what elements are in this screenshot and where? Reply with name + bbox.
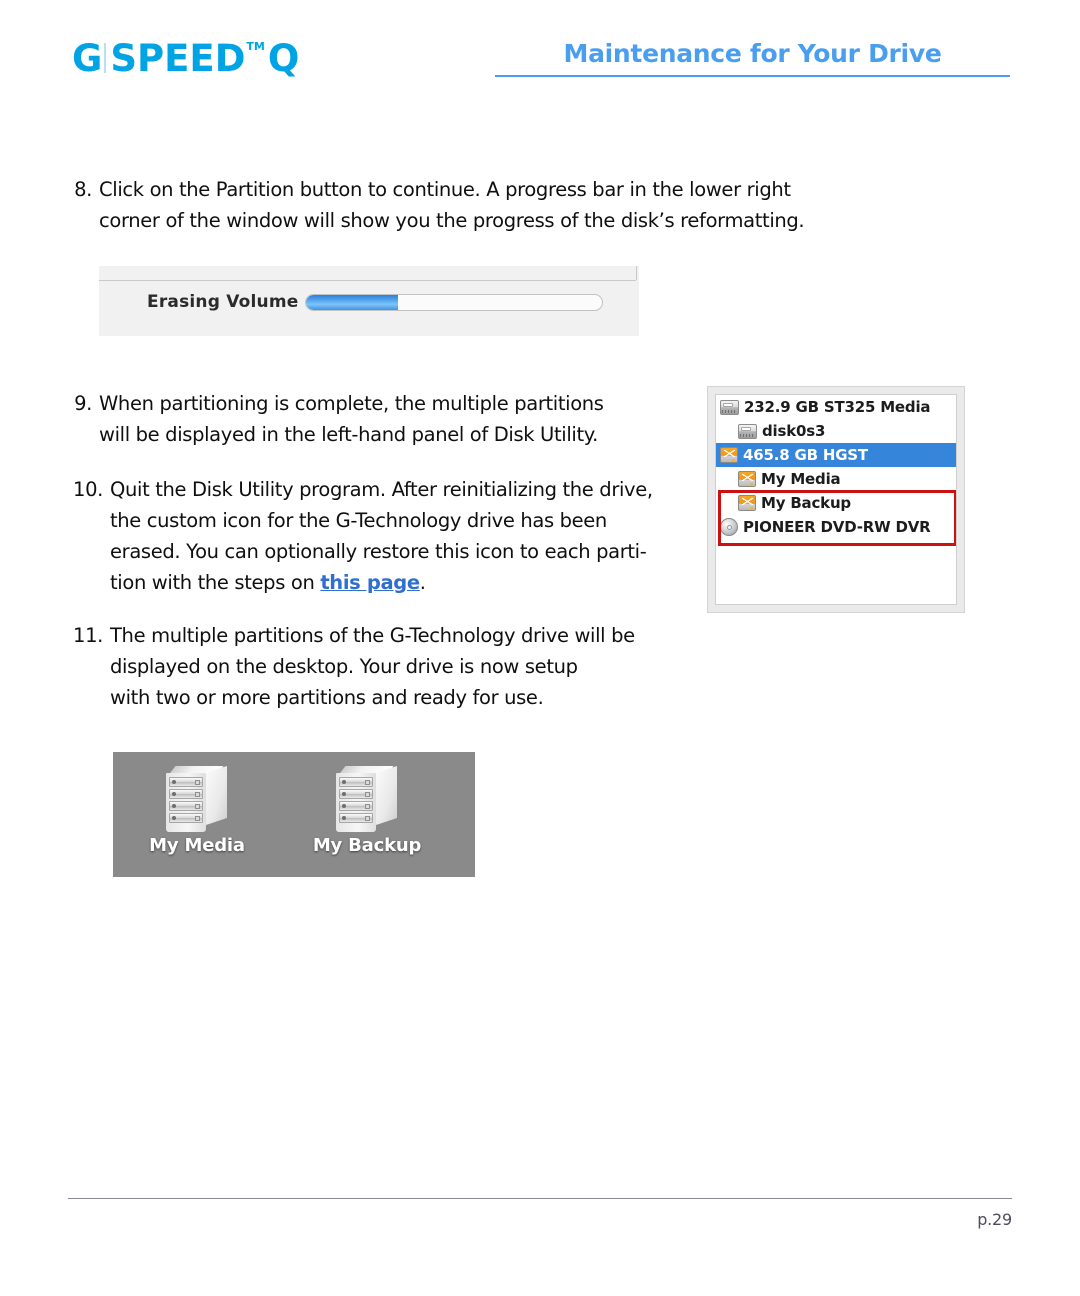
hard-drive-icon [720,399,739,415]
step-line-suffix: . [419,571,426,594]
drive-bay [339,789,373,799]
drive-bay [169,789,203,799]
drive-bay [169,777,203,787]
disk-utility-row[interactable]: My Backup [716,491,956,515]
disk-utility-sidebar-screenshot: 232.9 GB ST325 Media disk0s3 465.8 GB HGST… [707,386,965,613]
desktop-icon-label: My Media [149,835,245,856]
step-line: erased. You can optionally restore this … [110,540,647,563]
desktop-icon-my-backup[interactable]: My Backup [297,766,437,856]
volume-icon [720,447,738,463]
step-line-prefix: tion with the steps on [110,571,321,594]
disk-utility-row[interactable]: 465.8 GB HGST [716,443,956,467]
page-footer: p.29 [68,1198,1012,1229]
disk-utility-row-label: My Backup [761,494,851,512]
step-number: 9. [74,392,92,415]
logo-divider [104,43,107,73]
progress-bar-fill [306,295,398,310]
drive-enclosure-icon [336,766,398,832]
step-number: 11. [73,624,103,647]
footer-divider [68,1198,1012,1199]
drive-bay [169,813,203,823]
drive-bay [339,777,373,787]
step-line: When partitioning is complete, the multi… [99,392,604,415]
page-number: p.29 [977,1210,1012,1229]
drive-bay [339,813,373,823]
disk-utility-row-label: 465.8 GB HGST [743,446,868,464]
step-text: The multiple partitions of the G-Technol… [110,620,718,713]
volume-icon [738,495,756,511]
step-line: The multiple partitions of the G-Technol… [110,624,635,647]
step-text: When partitioning is complete, the multi… [99,388,708,450]
logo-letter-g: G [72,36,102,80]
step-item-8: 8. Click on the Partition button to cont… [68,174,888,236]
header-title-block: Maintenance for Your Drive [495,40,1010,77]
disk-utility-row[interactable]: 232.9 GB ST325 Media [716,395,956,419]
logo-trademark-icon: TM [246,40,265,53]
step-item-10: 10. Quit the Disk Utility program. After… [68,474,718,598]
desktop-icon-label: My Backup [312,835,422,856]
disk-utility-device-list[interactable]: 232.9 GB ST325 Media disk0s3 465.8 GB HGST… [715,394,957,605]
step-line: the custom icon for the G-Technology dri… [110,509,607,532]
window-divider [99,280,636,281]
step-text: Click on the Partition button to continu… [99,174,888,236]
step-number: 10. [73,478,103,501]
logo-word-speed: SPEED [110,36,246,80]
step-line: Click on the Partition button to continu… [99,178,791,201]
disk-utility-row[interactable]: My Media [716,467,956,491]
gspeed-q-logo: G SPEED TM Q [72,38,299,78]
disk-utility-row-label: 232.9 GB ST325 Media [744,398,931,416]
drive-bay [169,801,203,811]
enclosure-side [206,766,227,825]
this-page-link[interactable]: this page [320,571,420,594]
step-line: corner of the window will show you the p… [99,209,805,232]
drive-bay [339,801,373,811]
disk-utility-row-label: disk0s3 [762,422,826,440]
step-line-with-link: tion with the steps on this page. [110,567,718,598]
step-line: Quit the Disk Utility program. After rei… [110,478,653,501]
page-header: G SPEED TM Q Maintenance for Your Drive [0,0,1080,110]
disk-utility-row-label: PIONEER DVD-RW DVR [743,518,931,536]
disk-utility-row[interactable]: PIONEER DVD-RW DVR [716,515,956,539]
page-title: Maintenance for Your Drive [563,39,942,68]
step-line: will be displayed in the left-hand panel… [99,423,599,446]
step-item-11: 11. The multiple partitions of the G-Tec… [68,620,718,713]
step-item-9: 9. When partitioning is complete, the mu… [68,388,708,450]
desktop-icons-screenshot: My Media My Backup [113,752,475,877]
erasing-volume-screenshot: Erasing Volume [99,266,639,336]
disk-utility-row[interactable]: disk0s3 [716,419,956,443]
desktop-icon-my-media[interactable]: My Media [127,766,267,856]
header-divider [495,74,1010,77]
hard-drive-icon [738,423,757,439]
logo-letter-q: Q [267,36,300,80]
window-divider-vertical [636,266,637,280]
step-text: Quit the Disk Utility program. After rei… [110,474,718,598]
optical-disc-icon [720,518,738,536]
erasing-volume-label: Erasing Volume [147,292,299,312]
enclosure-side [376,766,397,825]
step-line: with two or more partitions and ready fo… [110,686,544,709]
volume-icon [738,471,756,487]
disk-utility-row-label: My Media [761,470,841,488]
step-line: displayed on the desktop. Your drive is … [110,655,578,678]
drive-enclosure-icon [166,766,228,832]
step-number: 8. [74,178,92,201]
progress-bar [305,294,603,311]
